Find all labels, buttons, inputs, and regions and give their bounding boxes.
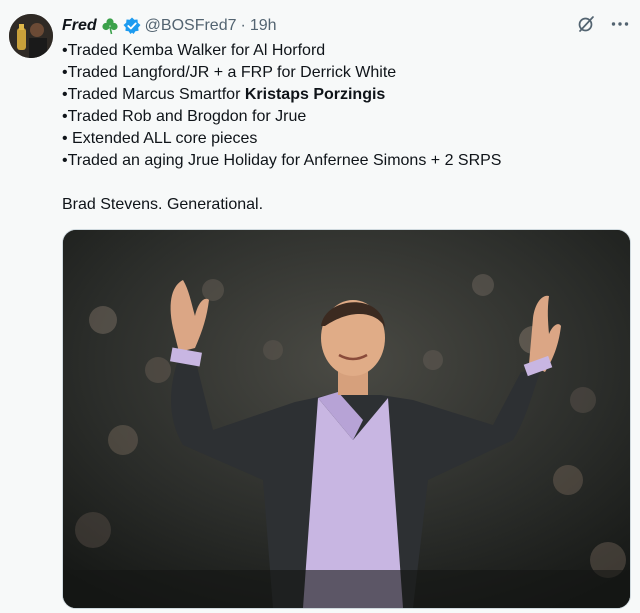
- verified-badge-icon[interactable]: [123, 17, 141, 35]
- tweet-line: •Traded Rob and Brogdon for Jrue: [62, 108, 307, 125]
- photo-coach-raising-hands: [63, 230, 630, 608]
- tweet-header: Fred @BOSFred7 · 19h: [62, 14, 277, 38]
- separator: ·: [240, 17, 246, 34]
- handle[interactable]: @BOSFred7: [145, 17, 237, 35]
- display-name[interactable]: Fred: [62, 17, 97, 35]
- tweet-line: •Traded an aging Jrue Holiday for Anfern…: [62, 152, 502, 169]
- bold-player-name: Kristaps Porzingis: [244, 86, 386, 103]
- avatar-image: [9, 14, 53, 58]
- tweet-closing-line: Brad Stevens. Generational.: [62, 196, 264, 213]
- timestamp[interactable]: 19h: [250, 17, 277, 35]
- tweet-line: •Traded Kemba Walker for Al Horford: [62, 42, 326, 59]
- avatar[interactable]: [9, 14, 53, 58]
- tweet-actions-top: [576, 14, 630, 34]
- tweet-text: •Traded Kemba Walker for Al Horford •Tra…: [62, 40, 622, 216]
- tweet-media-photo[interactable]: [62, 229, 631, 609]
- shamrock-icon: [101, 17, 119, 35]
- tweet-line: •Traded Langford/JR + a FRP for Derrick …: [62, 64, 397, 81]
- tweet-line: •Traded Marcus Smartfor Kristaps Porzing…: [62, 84, 622, 106]
- tweet-line-text: •Traded Marcus Smartfor: [62, 86, 245, 103]
- more-options-icon[interactable]: [610, 14, 630, 34]
- grok-icon[interactable]: [576, 14, 596, 34]
- tweet-line: • Extended ALL core pieces: [62, 130, 258, 147]
